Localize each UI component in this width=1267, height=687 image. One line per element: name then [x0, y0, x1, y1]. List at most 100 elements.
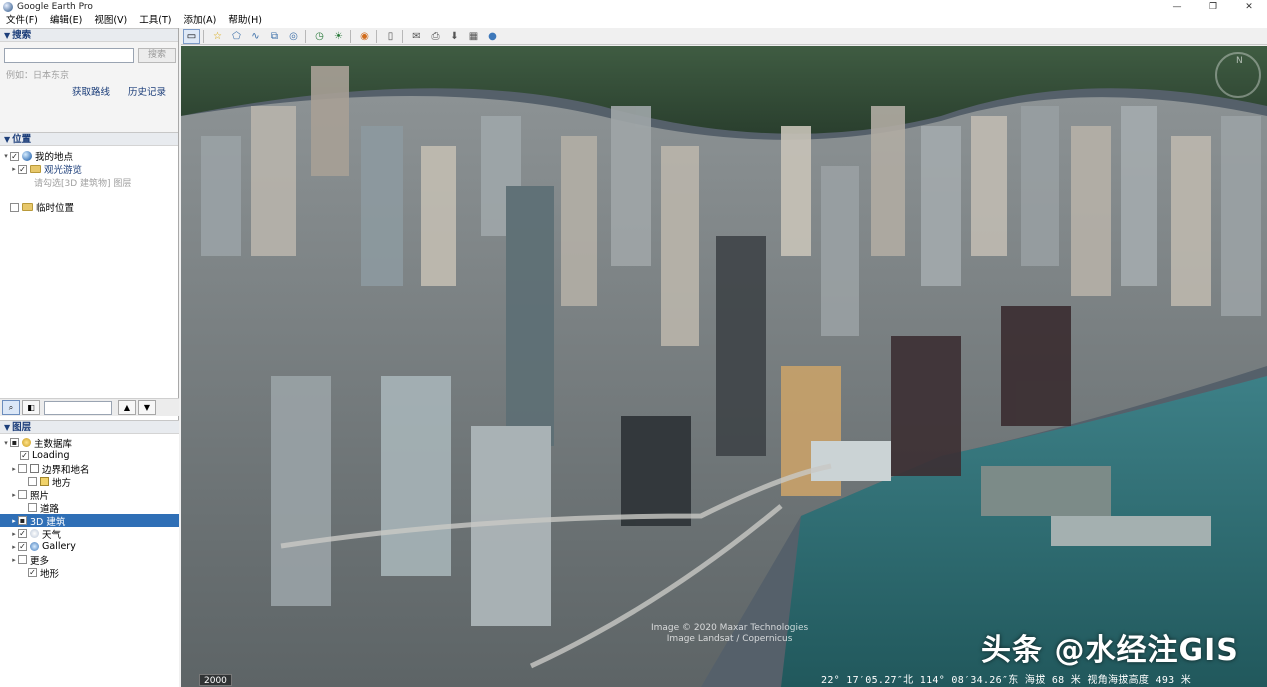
- imagery-copyright: Image © 2020 Maxar Technologies Image La…: [651, 623, 808, 645]
- maximize-button[interactable]: ❐: [1195, 0, 1231, 14]
- expand-arrow-icon[interactable]: ▸: [10, 465, 18, 473]
- ruler-icon[interactable]: ▯: [382, 29, 399, 44]
- collapse-icon: ▼: [4, 31, 11, 40]
- checkbox[interactable]: [18, 555, 27, 564]
- checkbox[interactable]: ✓: [28, 568, 37, 577]
- record-tour-icon[interactable]: ◎: [285, 29, 302, 44]
- collapse-arrow-icon[interactable]: ▾: [2, 152, 10, 160]
- print-icon[interactable]: ⎙: [427, 29, 444, 44]
- menu-add[interactable]: 添加(A): [177, 14, 222, 28]
- checkbox[interactable]: ✓: [18, 529, 27, 538]
- tree-hint-label: 请勾选[3D 建筑物] 图层: [34, 178, 132, 189]
- menu-tools[interactable]: 工具(T): [133, 14, 177, 28]
- layer-item-weather[interactable]: ▸ ✓ 天气: [0, 527, 179, 541]
- checkbox[interactable]: ✓: [18, 542, 27, 551]
- map-view[interactable]: N Image © 2020 Maxar Technologies Image …: [181, 46, 1267, 687]
- layers-panel: ▾ ▪ 主数据库 ✓ Loading ▸ 边界和地名 地方 ▸ 照片 道路 ▸ …: [0, 434, 179, 687]
- tree-item-temp-places[interactable]: 临时位置: [2, 201, 74, 214]
- folder-icon: [22, 203, 33, 211]
- checkbox[interactable]: ✓: [10, 151, 19, 161]
- search-button[interactable]: 搜索: [138, 48, 176, 63]
- earth-gallery-icon[interactable]: ●: [484, 29, 501, 44]
- checkbox[interactable]: ▪: [10, 438, 19, 447]
- layer-item-more[interactable]: ▸ 更多: [0, 553, 179, 567]
- toggle-panel-icon[interactable]: ◧: [22, 400, 40, 415]
- places-panel: ▾ ✓ 我的地点 ▸ ✓ 观光游览 请勾选[3D 建筑物] 图层 临时位置: [0, 146, 178, 396]
- imagery-year-badge[interactable]: 2000: [199, 674, 232, 686]
- checkbox[interactable]: ✓: [20, 451, 29, 460]
- checkbox[interactable]: [18, 490, 27, 499]
- layer-label: 道路: [40, 503, 60, 515]
- expand-arrow-icon[interactable]: ▸: [10, 530, 18, 538]
- places-filter-input[interactable]: [44, 400, 112, 415]
- expand-arrow-icon[interactable]: ▸: [10, 165, 18, 173]
- toolbar-separator: [203, 29, 204, 43]
- layer-item-borders[interactable]: ▸ 边界和地名: [0, 462, 179, 476]
- layer-label: 天气: [42, 529, 62, 541]
- history-link[interactable]: 历史记录: [128, 84, 166, 98]
- checkbox[interactable]: [10, 202, 19, 212]
- menu-help[interactable]: 帮助(H): [222, 14, 268, 28]
- menu-bar: 文件(F) 编辑(E) 视图(V) 工具(T) 添加(A) 帮助(H): [0, 14, 1267, 28]
- sidebar-toggle-icon[interactable]: ▭: [183, 28, 200, 44]
- view-in-maps-icon[interactable]: ▦: [465, 29, 482, 44]
- search-header-label: 搜索: [12, 30, 32, 41]
- save-image-icon[interactable]: ⬇: [446, 29, 463, 44]
- planets-icon[interactable]: ◉: [356, 29, 373, 44]
- places-header[interactable]: ▼ 位置: [0, 132, 178, 146]
- north-indicator-icon: N: [1236, 56, 1243, 66]
- checkbox[interactable]: ✓: [18, 164, 27, 174]
- get-directions-link[interactable]: 获取路线: [72, 84, 110, 98]
- sunlight-icon[interactable]: ☀: [330, 29, 347, 44]
- layer-item-photos[interactable]: ▸ 照片: [0, 488, 179, 502]
- email-icon[interactable]: ✉: [408, 29, 425, 44]
- add-overlay-icon[interactable]: ⧉: [266, 29, 283, 44]
- toolbar-separator: [376, 29, 377, 43]
- tree-item-tour[interactable]: ▸ ✓ 观光游览: [10, 163, 82, 176]
- layers-header[interactable]: ▼ 图层: [0, 420, 179, 434]
- layer-item-loading[interactable]: ✓ Loading: [0, 449, 179, 462]
- move-up-icon[interactable]: ▲: [118, 400, 136, 415]
- menu-file[interactable]: 文件(F): [0, 14, 44, 28]
- checkbox[interactable]: [18, 464, 27, 473]
- move-down-icon[interactable]: ▼: [138, 400, 156, 415]
- search-input[interactable]: [4, 48, 134, 63]
- historical-imagery-icon[interactable]: ◷: [311, 29, 328, 44]
- layer-item-places[interactable]: 地方: [0, 475, 179, 489]
- menu-view[interactable]: 视图(V): [88, 14, 133, 28]
- add-polygon-icon[interactable]: ⬠: [228, 29, 245, 44]
- menu-edit[interactable]: 编辑(E): [44, 14, 88, 28]
- layer-item-3d-buildings[interactable]: ▸ ▪ 3D 建筑: [0, 514, 179, 528]
- weather-icon: [30, 529, 39, 538]
- layer-label: 照片: [30, 490, 50, 502]
- checkbox[interactable]: [28, 477, 37, 486]
- toolbar-separator: [305, 29, 306, 43]
- tour-hint: 请勾选[3D 建筑物] 图层: [34, 176, 132, 189]
- layer-item-terrain[interactable]: ✓ 地形: [0, 566, 179, 580]
- navigation-compass[interactable]: N: [1215, 52, 1261, 98]
- add-placemark-icon[interactable]: ☆: [209, 29, 226, 44]
- expand-arrow-icon[interactable]: ▸: [10, 491, 18, 499]
- close-button[interactable]: ✕: [1231, 0, 1267, 14]
- expand-arrow-icon[interactable]: ▸: [10, 517, 18, 525]
- gallery-icon: [30, 542, 39, 551]
- checkbox[interactable]: ▪: [18, 516, 27, 525]
- checkbox[interactable]: [28, 503, 37, 512]
- expand-arrow-icon[interactable]: ▸: [10, 556, 18, 564]
- layer-label: 地形: [40, 568, 60, 580]
- expand-arrow-icon[interactable]: ▸: [10, 543, 18, 551]
- watermark: 头条 @水经注GIS: [981, 633, 1239, 668]
- tree-item-my-places[interactable]: ▾ ✓ 我的地点: [2, 150, 73, 163]
- toolbar-separator: [402, 29, 403, 43]
- borders-icon: [30, 464, 39, 473]
- search-places-icon[interactable]: ⌕: [2, 400, 20, 415]
- layer-item-gallery[interactable]: ▸ ✓ Gallery: [0, 540, 179, 553]
- collapse-arrow-icon[interactable]: ▾: [2, 439, 10, 447]
- layer-label: Loading: [32, 450, 70, 461]
- layer-item-roads[interactable]: 道路: [0, 501, 179, 515]
- google-earth-icon: [3, 2, 13, 12]
- search-header[interactable]: ▼ 搜索: [0, 28, 178, 42]
- minimize-button[interactable]: —: [1159, 0, 1195, 14]
- layer-item-primary-database[interactable]: ▾ ▪ 主数据库: [0, 436, 179, 450]
- add-path-icon[interactable]: ∿: [247, 29, 264, 44]
